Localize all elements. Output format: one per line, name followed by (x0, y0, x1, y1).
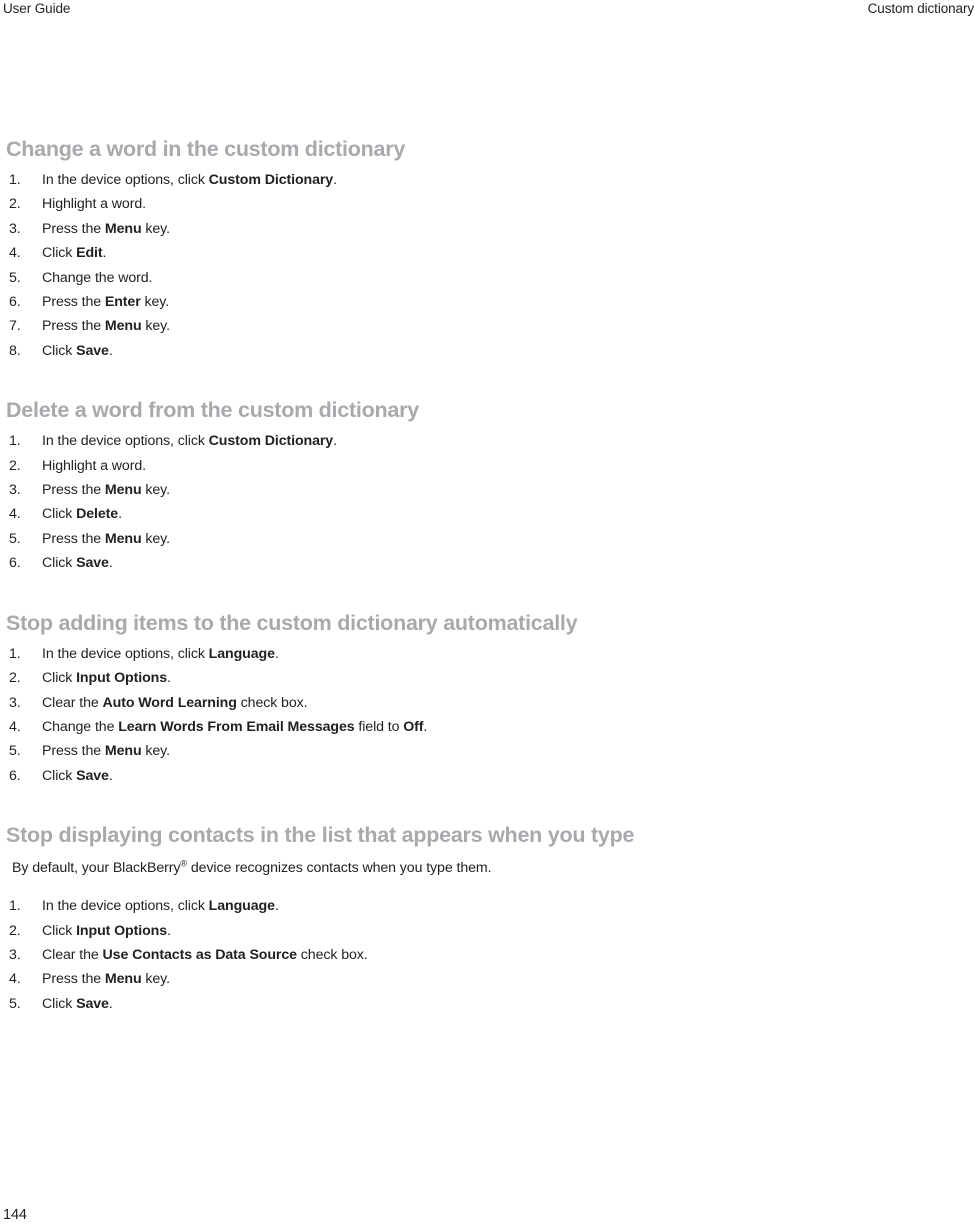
running-header-right: Custom dictionary (867, 1, 974, 16)
step-item: Press the Menu key. (9, 478, 170, 503)
doc-section: Stop adding items to the custom dictiona… (6, 610, 946, 789)
step-item: Click Input Options. (9, 666, 171, 691)
page-number: 144 (3, 1207, 27, 1223)
step-item: In the device options, click Language. (9, 894, 279, 919)
section-heading: Stop adding items to the custom dictiona… (6, 610, 578, 635)
step-item: Click Input Options. (9, 919, 171, 944)
step-item: Click Save. (9, 339, 113, 364)
step-item: Press the Menu key. (9, 217, 170, 242)
running-header: User Guide Custom dictionary (0, 0, 975, 20)
step-item: Click Save. (9, 551, 113, 576)
step-item: Click Save. (9, 992, 113, 1017)
step-item: Click Save. (9, 764, 113, 789)
doc-section: Delete a word from the custom dictionary… (6, 397, 946, 576)
step-item: Press the Menu key. (9, 527, 170, 552)
document-body: Change a word in the custom dictionary In… (6, 136, 946, 1017)
doc-section: Change a word in the custom dictionary In… (6, 136, 946, 364)
step-item: Clear the Use Contacts as Data Source ch… (9, 943, 368, 968)
numbered-step-list: In the device options, click Language. Cl… (6, 642, 946, 789)
section-intro-paragraph: By default, your BlackBerry® device reco… (12, 858, 492, 877)
numbered-step-list: In the device options, click Custom Dict… (6, 168, 946, 364)
step-item: Highlight a word. (9, 454, 146, 479)
step-item: Highlight a word. (9, 192, 146, 217)
step-item: Press the Enter key. (9, 290, 170, 315)
step-item: In the device options, click Custom Dict… (9, 168, 337, 193)
numbered-step-list: In the device options, click Custom Dict… (6, 429, 946, 576)
section-heading: Stop displaying contacts in the list tha… (6, 823, 635, 848)
step-item: In the device options, click Language. (9, 642, 279, 667)
step-item: Change the word. (9, 266, 153, 291)
document-page: User Guide Custom dictionary Change a wo… (0, 0, 975, 1228)
running-header-left: User Guide (3, 1, 71, 16)
step-item: Clear the Auto Word Learning check box. (9, 691, 308, 716)
step-item: In the device options, click Custom Dict… (9, 429, 337, 454)
section-heading: Change a word in the custom dictionary (6, 137, 406, 161)
step-item: Press the Menu key. (9, 314, 170, 339)
step-item: Click Delete. (9, 502, 122, 527)
step-item: Click Edit. (9, 241, 107, 266)
step-item: Press the Menu key. (9, 739, 170, 764)
step-item: Press the Menu key. (9, 967, 170, 992)
numbered-step-list: In the device options, click Language. Cl… (6, 894, 946, 1016)
step-item: Change the Learn Words From Email Messag… (9, 715, 428, 740)
doc-section: Stop displaying contacts in the list tha… (6, 822, 946, 1016)
section-heading: Delete a word from the custom dictionary (6, 398, 419, 423)
